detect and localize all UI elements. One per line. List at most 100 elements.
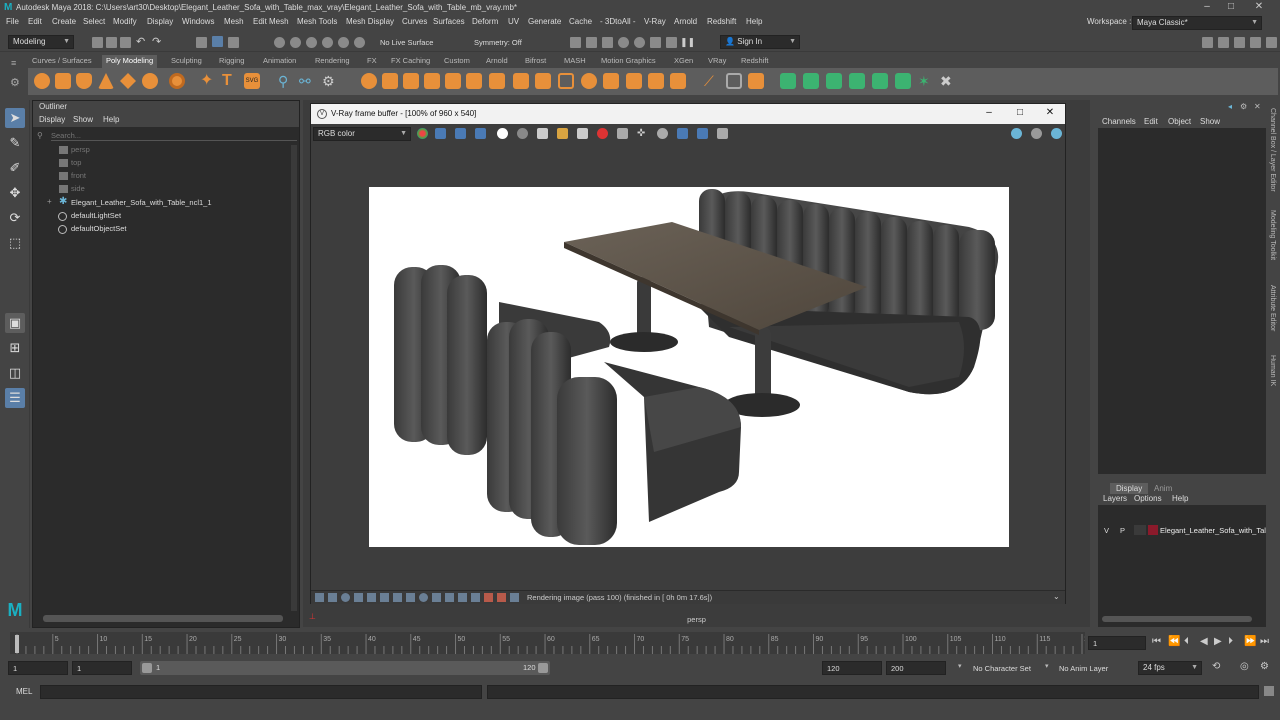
bevel-icon[interactable]: [403, 73, 419, 89]
character-set-dropdown-icon[interactable]: ▾: [958, 662, 962, 670]
vfb-expand-icon[interactable]: ⌄: [1053, 592, 1060, 601]
quad-draw-icon[interactable]: [558, 73, 574, 89]
planar-map-icon[interactable]: [626, 73, 642, 89]
menu-3dtoall[interactable]: - 3DtoAll -: [600, 17, 636, 26]
channel-dropdown[interactable]: RGB color ▼: [313, 127, 411, 141]
move-tool-icon[interactable]: ✥: [5, 183, 25, 203]
channels-menu-edit[interactable]: Edit: [1144, 117, 1158, 126]
playback-start-field[interactable]: 1: [72, 661, 132, 675]
poly-sphere-icon[interactable]: [34, 73, 50, 89]
mode-dropdown[interactable]: Modeling ▼: [8, 35, 74, 49]
save-image-icon[interactable]: [537, 128, 548, 139]
anim-layer-label[interactable]: No Anim Layer: [1059, 664, 1108, 673]
command-language-label[interactable]: MEL: [16, 687, 32, 696]
channel-box-icon[interactable]: [1250, 37, 1261, 48]
step-back-frame-icon[interactable]: ⏴: [1184, 636, 1189, 647]
poly-disc-icon[interactable]: [169, 73, 185, 89]
poly-cone-icon[interactable]: [98, 73, 114, 89]
layer-playback-toggle[interactable]: P: [1120, 526, 1125, 535]
shelf-tab-motion-graphics[interactable]: Motion Graphics: [597, 55, 660, 68]
current-frame-field[interactable]: 1: [1088, 636, 1146, 650]
vfb-minimize-button[interactable]: –: [981, 107, 997, 118]
transfer-attributes-icon[interactable]: [872, 73, 888, 89]
channels-menu-channels[interactable]: Channels: [1102, 117, 1136, 126]
two-view-icon[interactable]: ◫: [5, 363, 25, 383]
vfb-status-icon-9[interactable]: [419, 593, 428, 602]
vfb-status-icon-11[interactable]: [445, 593, 454, 602]
select-tool-icon[interactable]: ➤: [5, 108, 25, 128]
menu-mesh[interactable]: Mesh: [224, 17, 244, 26]
extrude-icon[interactable]: [361, 73, 377, 89]
live-surface-label[interactable]: No Live Surface: [380, 38, 433, 47]
four-view-icon[interactable]: ⊞: [5, 338, 25, 358]
go-to-end-icon[interactable]: ⏭: [1260, 636, 1269, 647]
vfb-status-icon-10[interactable]: [432, 593, 441, 602]
lens-effects-icon[interactable]: [677, 128, 688, 139]
poly-torus-icon[interactable]: [142, 73, 158, 89]
pause-icon[interactable]: ❚❚: [680, 37, 695, 48]
open-scene-icon[interactable]: [106, 37, 117, 48]
mono-channel-icon[interactable]: [517, 128, 528, 139]
menu-mesh-display[interactable]: Mesh Display: [346, 17, 394, 26]
range-slider[interactable]: 1 120: [140, 661, 550, 675]
step-back-key-icon[interactable]: ⏪: [1168, 636, 1180, 647]
clear-image-icon[interactable]: [577, 128, 588, 139]
vfb-status-icon-14[interactable]: [484, 593, 493, 602]
menu-arnold[interactable]: Arnold: [674, 17, 697, 26]
shelf-tab-vray[interactable]: VRay: [704, 55, 730, 68]
shelf-tab-bifrost[interactable]: Bifrost: [521, 55, 550, 68]
poly-plane-icon[interactable]: [120, 73, 136, 89]
history-icon[interactable]: [717, 128, 728, 139]
save-scene-icon[interactable]: [120, 37, 131, 48]
smooth-icon[interactable]: ⚙: [322, 73, 338, 89]
single-view-icon[interactable]: ▣: [5, 313, 25, 333]
mirror-icon[interactable]: [726, 73, 742, 89]
shelf-tab-animation[interactable]: Animation: [259, 55, 300, 68]
vfb-status-icon-5[interactable]: [367, 593, 376, 602]
outliner-toggle-icon[interactable]: [1266, 37, 1277, 48]
target-weld-icon[interactable]: [513, 73, 529, 89]
symmetry-label[interactable]: Symmetry: Off: [474, 38, 522, 47]
layer-visibility-toggle[interactable]: V: [1104, 526, 1109, 535]
layers-horizontal-scrollbar[interactable]: [1102, 616, 1252, 622]
vfb-status-icon-6[interactable]: [380, 593, 389, 602]
select-component-icon[interactable]: [228, 37, 239, 48]
menu-cache[interactable]: Cache: [569, 17, 592, 26]
snap-view-icon[interactable]: [322, 37, 333, 48]
edge-flow-icon[interactable]: ⟋: [704, 73, 720, 89]
append-polygon-icon[interactable]: [424, 73, 440, 89]
step-forward-key-icon[interactable]: ⏩: [1244, 636, 1256, 647]
select-hierarchy-icon[interactable]: [196, 37, 207, 48]
snap-curve-icon[interactable]: [290, 37, 301, 48]
soften-edge-icon[interactable]: [780, 73, 796, 89]
outliner-search-input[interactable]: [51, 130, 297, 141]
merge-icon[interactable]: [466, 73, 482, 89]
vfb-status-icon-3[interactable]: [341, 593, 350, 602]
panel-arrow-icon[interactable]: ◂: [1228, 102, 1232, 111]
triangulate-icon[interactable]: [748, 73, 764, 89]
vfb-status-icon-4[interactable]: [354, 593, 363, 602]
super-shape-icon[interactable]: ✦: [200, 73, 216, 89]
snap-grid-icon[interactable]: [274, 37, 285, 48]
shelf-settings-icon[interactable]: ⚙: [10, 76, 20, 89]
panel-float-icon[interactable]: ⚙: [1240, 102, 1247, 111]
connect-icon[interactable]: [535, 73, 551, 89]
vray-frame-buffer-window[interactable]: V V-Ray frame buffer - [100% of 960 x 54…: [310, 103, 1066, 604]
green-channel-icon[interactable]: [455, 128, 466, 139]
step-forward-frame-icon[interactable]: ⏵: [1228, 636, 1233, 647]
blue-channel-icon[interactable]: [475, 128, 486, 139]
preferences-icon[interactable]: ⚙: [1260, 661, 1269, 672]
render-current-icon[interactable]: [586, 37, 597, 48]
menu-edit[interactable]: Edit: [28, 17, 42, 26]
layer-tab-anim[interactable]: Anim: [1150, 483, 1176, 494]
delete-history-icon[interactable]: ✖: [940, 73, 956, 89]
vfb-status-icon-1[interactable]: [315, 593, 324, 602]
shelf-tab-rigging[interactable]: Rigging: [215, 55, 248, 68]
vfb-maximize-button[interactable]: □: [1012, 107, 1028, 118]
animation-end-field[interactable]: 200: [886, 661, 946, 675]
color-correction-icon[interactable]: [697, 128, 708, 139]
outliner-horizontal-scrollbar[interactable]: [43, 615, 283, 622]
render-icon[interactable]: [1011, 128, 1022, 139]
menu-edit-mesh[interactable]: Edit Mesh: [253, 17, 289, 26]
outliner-vertical-scrollbar[interactable]: [291, 145, 297, 611]
